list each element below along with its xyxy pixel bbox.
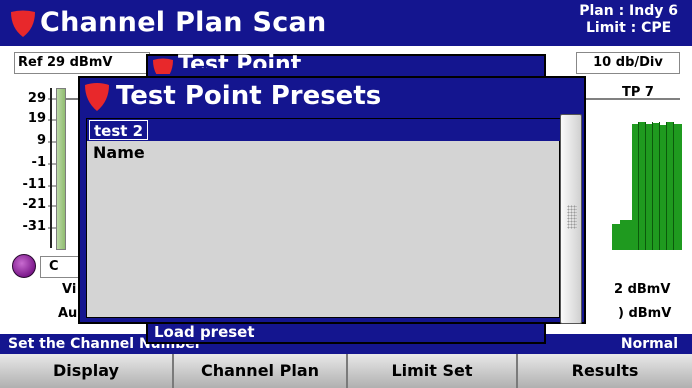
- shield-logo-icon: [11, 10, 35, 37]
- shield-logo-icon: [85, 83, 109, 111]
- dialog-title: Test Point Presets: [116, 81, 382, 111]
- list-item[interactable]: Name: [93, 143, 145, 163]
- video-level-value: 2 dBmV: [614, 282, 671, 297]
- softkey-results[interactable]: Results: [518, 354, 692, 388]
- preset-list[interactable]: test 2 Name: [86, 118, 561, 318]
- y-tick: -21: [22, 197, 47, 212]
- y-tick: 29: [27, 91, 46, 106]
- spectrum-trace: [612, 122, 682, 250]
- y-tick: -31: [22, 219, 47, 234]
- y-tick: 19: [27, 111, 46, 126]
- status-mode: Normal: [620, 336, 678, 352]
- marker-button[interactable]: [12, 254, 36, 278]
- scale-field[interactable]: 10 db/Div: [576, 52, 680, 74]
- y-axis-line: [50, 88, 52, 248]
- plan-info: Plan : Indy 6 Limit : CPE: [579, 3, 678, 37]
- audio-level-value: ) dBmV: [618, 306, 672, 321]
- marker-label: TP 7: [622, 85, 654, 100]
- shield-logo-icon: [153, 58, 173, 74]
- level-bar: [56, 88, 66, 250]
- softkey-limit-set[interactable]: Limit Set: [348, 354, 518, 388]
- test-point-presets-dialog: Test Point Presets test 2 Name: [78, 76, 586, 324]
- y-tick: -11: [22, 177, 47, 192]
- plan-name: Plan : Indy 6: [579, 3, 678, 19]
- screen-title: Channel Plan Scan: [40, 7, 327, 38]
- title-bar: Channel Plan Scan Plan : Indy 6 Limit : …: [0, 0, 692, 46]
- list-scrollbar[interactable]: [560, 114, 582, 324]
- test-point-title: Test Point: [178, 54, 302, 68]
- list-item-selected[interactable]: test 2: [87, 119, 561, 141]
- video-label: Vi: [62, 282, 77, 297]
- list-item-label: test 2: [89, 120, 149, 140]
- y-tick: -1: [31, 155, 46, 170]
- softkey-display[interactable]: Display: [0, 354, 174, 388]
- ref-level-field[interactable]: Ref 29 dBmV: [14, 52, 150, 74]
- limit-name: Limit : CPE: [585, 20, 672, 36]
- softkey-channel-plan[interactable]: Channel Plan: [174, 354, 348, 388]
- scroll-grip-icon: [567, 205, 577, 229]
- y-tick: 9: [36, 133, 46, 148]
- softkey-bar: Display Channel Plan Limit Set Results: [0, 354, 692, 388]
- audio-label: Au: [58, 306, 78, 321]
